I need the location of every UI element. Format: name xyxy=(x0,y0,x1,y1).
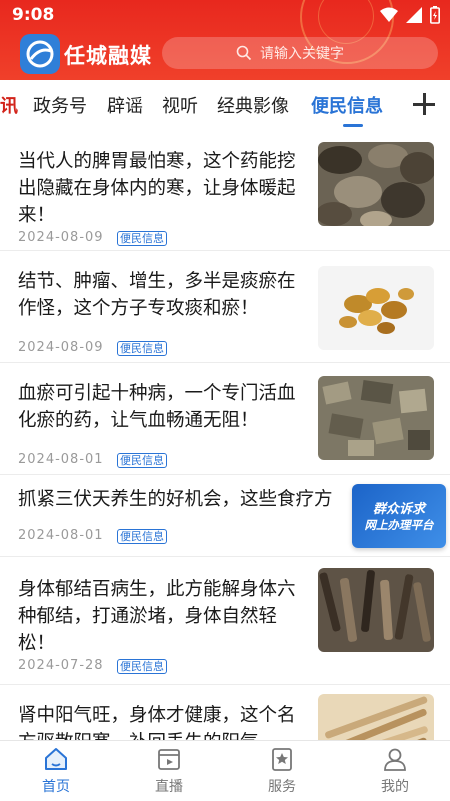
article-item[interactable]: 肾中阳气旺，身体才健康，这个名方驱散阳寒，补回丢失的阳气 xyxy=(0,686,450,740)
article-title: 肾中阳气旺，身体才健康，这个名方驱散阳寒，补回丢失的阳气 xyxy=(18,705,296,740)
article-item[interactable]: 当代人的脾胃最怕寒，这个药能挖出隐藏在身体内的寒，让身体暖起来！ 2024-08… xyxy=(0,130,450,251)
article-title: 结节、肿瘤、增生，多半是痰瘀在作怪，这个方子专攻痰和瘀！ xyxy=(18,271,296,319)
article-date: 2024-08-09 xyxy=(18,230,104,245)
nav-live[interactable]: 直播 xyxy=(129,741,209,801)
add-tab-icon[interactable] xyxy=(412,92,436,116)
article-item[interactable]: 结节、肿瘤、增生，多半是痰瘀在作怪，这个方子专攻痰和瘀！ 2024-08-09 … xyxy=(0,252,450,363)
logo-swirl-icon xyxy=(26,40,54,68)
article-title: 身体郁结百病生，此方能解身体六种郁结，打通淤堵，身体自然轻松！ xyxy=(18,579,296,654)
search-placeholder: 请输入关键字 xyxy=(260,46,344,62)
user-profile-icon xyxy=(384,748,406,771)
article-title: 血瘀可引起十种病，一个专门活血化瘀的药，让气血畅通无阻！ xyxy=(18,383,296,431)
tab-audiovisual[interactable]: 视听 xyxy=(162,92,198,118)
article-tag: 便民信息 xyxy=(117,341,167,356)
herb-sticks-image xyxy=(318,694,434,740)
article-date: 2024-08-01 xyxy=(18,452,104,467)
article-feed: 当代人的脾胃最怕寒，这个药能挖出隐藏在身体内的寒，让身体暖起来！ 2024-08… xyxy=(0,130,450,740)
article-item[interactable]: 身体郁结百病生，此方能解身体六种郁结，打通淤堵，身体自然轻松！ 2024-07-… xyxy=(0,558,450,685)
battery-icon xyxy=(430,6,440,24)
article-tag: 便民信息 xyxy=(117,659,167,674)
active-tab-indicator xyxy=(343,124,363,127)
tab-news[interactable]: 资讯 xyxy=(0,92,18,118)
herb-roots-image xyxy=(318,568,434,652)
bottom-navigation: 首页 直播 服务 我的 xyxy=(0,740,450,801)
herb-pieces-image xyxy=(318,266,434,350)
wifi-icon xyxy=(380,7,398,22)
nav-home[interactable]: 首页 xyxy=(16,741,96,801)
nav-home-label: 首页 xyxy=(42,779,70,795)
citizen-appeal-banner[interactable]: 群众诉求 网上办理平台 xyxy=(352,484,446,548)
app-name: 任城融媒 xyxy=(64,44,152,68)
app-logo xyxy=(20,34,60,74)
article-date: 2024-08-09 xyxy=(18,340,104,355)
system-icons xyxy=(380,6,440,24)
article-tag: 便民信息 xyxy=(117,529,167,544)
article-title: 当代人的脾胃最怕寒，这个药能挖出隐藏在身体内的寒，让身体暖起来！ xyxy=(18,151,296,226)
article-date: 2024-07-28 xyxy=(18,658,104,673)
article-date: 2024-08-01 xyxy=(18,528,104,543)
article-tag: 便民信息 xyxy=(117,453,167,468)
tab-convenience-info[interactable]: 便民信息 xyxy=(311,92,383,118)
search-bar[interactable]: 请输入关键字 xyxy=(162,37,438,69)
status-time: 9:08 xyxy=(12,5,55,25)
article-thumbnail xyxy=(318,694,434,740)
herb-bark-image xyxy=(318,376,434,460)
banner-line-1: 群众诉求 xyxy=(372,502,425,517)
tab-classic-images[interactable]: 经典影像 xyxy=(217,92,289,118)
article-thumbnail xyxy=(318,266,434,350)
nav-service[interactable]: 服务 xyxy=(242,741,322,801)
nav-live-label: 直播 xyxy=(155,779,183,795)
tab-government[interactable]: 政务号 xyxy=(33,92,87,118)
article-item[interactable]: 血瘀可引起十种病，一个专门活血化瘀的药，让气血畅通无阻！ 2024-08-01 … xyxy=(0,364,450,475)
tab-rumor-refutation[interactable]: 辟谣 xyxy=(107,92,143,118)
video-clapper-icon xyxy=(158,749,180,770)
article-tag: 便民信息 xyxy=(117,231,167,246)
home-icon xyxy=(45,748,67,770)
service-bookmark-icon xyxy=(272,748,292,771)
article-thumbnail xyxy=(318,568,434,652)
nav-mine-label: 我的 xyxy=(381,779,409,795)
article-thumbnail xyxy=(318,376,434,460)
herb-slices-image xyxy=(318,142,434,226)
article-thumbnail xyxy=(318,142,434,226)
app-header: 9:08 任城融媒 请输入关键字 xyxy=(0,0,450,80)
category-tabs: 资讯 政务号 辟谣 视听 经典影像 便民信息 xyxy=(0,80,450,130)
nav-service-label: 服务 xyxy=(268,779,296,795)
search-icon xyxy=(236,45,252,61)
status-bar: 9:08 xyxy=(0,0,450,30)
nav-mine[interactable]: 我的 xyxy=(355,741,435,801)
signal-icon xyxy=(406,7,422,23)
banner-line-2: 网上办理平台 xyxy=(364,518,434,532)
